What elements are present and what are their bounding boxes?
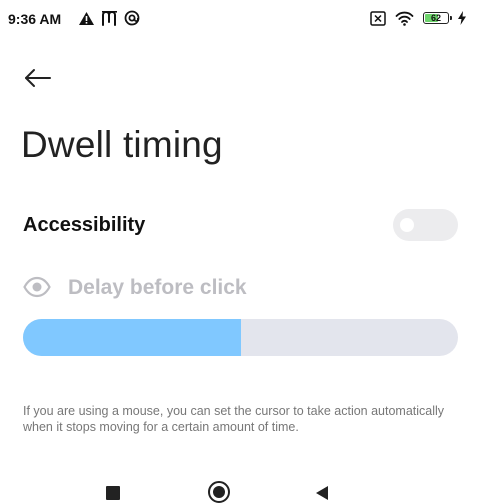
- home-circle-icon[interactable]: [207, 480, 231, 504]
- back-triangle-icon[interactable]: [313, 484, 331, 502]
- delay-slider[interactable]: [23, 319, 458, 356]
- status-bar: 9:36 AM 62: [0, 0, 478, 38]
- status-right-icons: 62: [370, 9, 466, 27]
- m-app-icon: [102, 10, 117, 26]
- recents-square-icon[interactable]: [106, 486, 120, 500]
- wifi-icon: [395, 11, 414, 26]
- status-time: 9:36 AM: [8, 11, 62, 27]
- accessibility-toggle-row[interactable]: Accessibility: [0, 200, 478, 252]
- warning-icon: [79, 11, 94, 25]
- sim-x-icon: [370, 10, 386, 26]
- toggle-knob: [400, 218, 414, 232]
- eye-icon: [23, 276, 51, 298]
- description-text: If you are using a mouse, you can set th…: [23, 404, 445, 434]
- page-title: Dwell timing: [21, 124, 223, 165]
- slider-fill: [23, 319, 241, 356]
- at-sign-icon: [124, 10, 140, 26]
- delay-row: Delay before click: [0, 268, 478, 308]
- charging-icon: [458, 11, 466, 25]
- arrow-left-icon: [25, 69, 51, 87]
- back-button[interactable]: [16, 58, 64, 98]
- status-left-icons: [78, 9, 140, 27]
- battery-icon: 62: [423, 12, 452, 24]
- battery-tip: [450, 16, 452, 20]
- accessibility-label: Accessibility: [23, 214, 146, 236]
- accessibility-toggle[interactable]: [393, 209, 458, 241]
- navigation-bar: [0, 474, 478, 503]
- battery-level-text: 62: [430, 12, 441, 23]
- delay-label: Delay before click: [68, 276, 247, 299]
